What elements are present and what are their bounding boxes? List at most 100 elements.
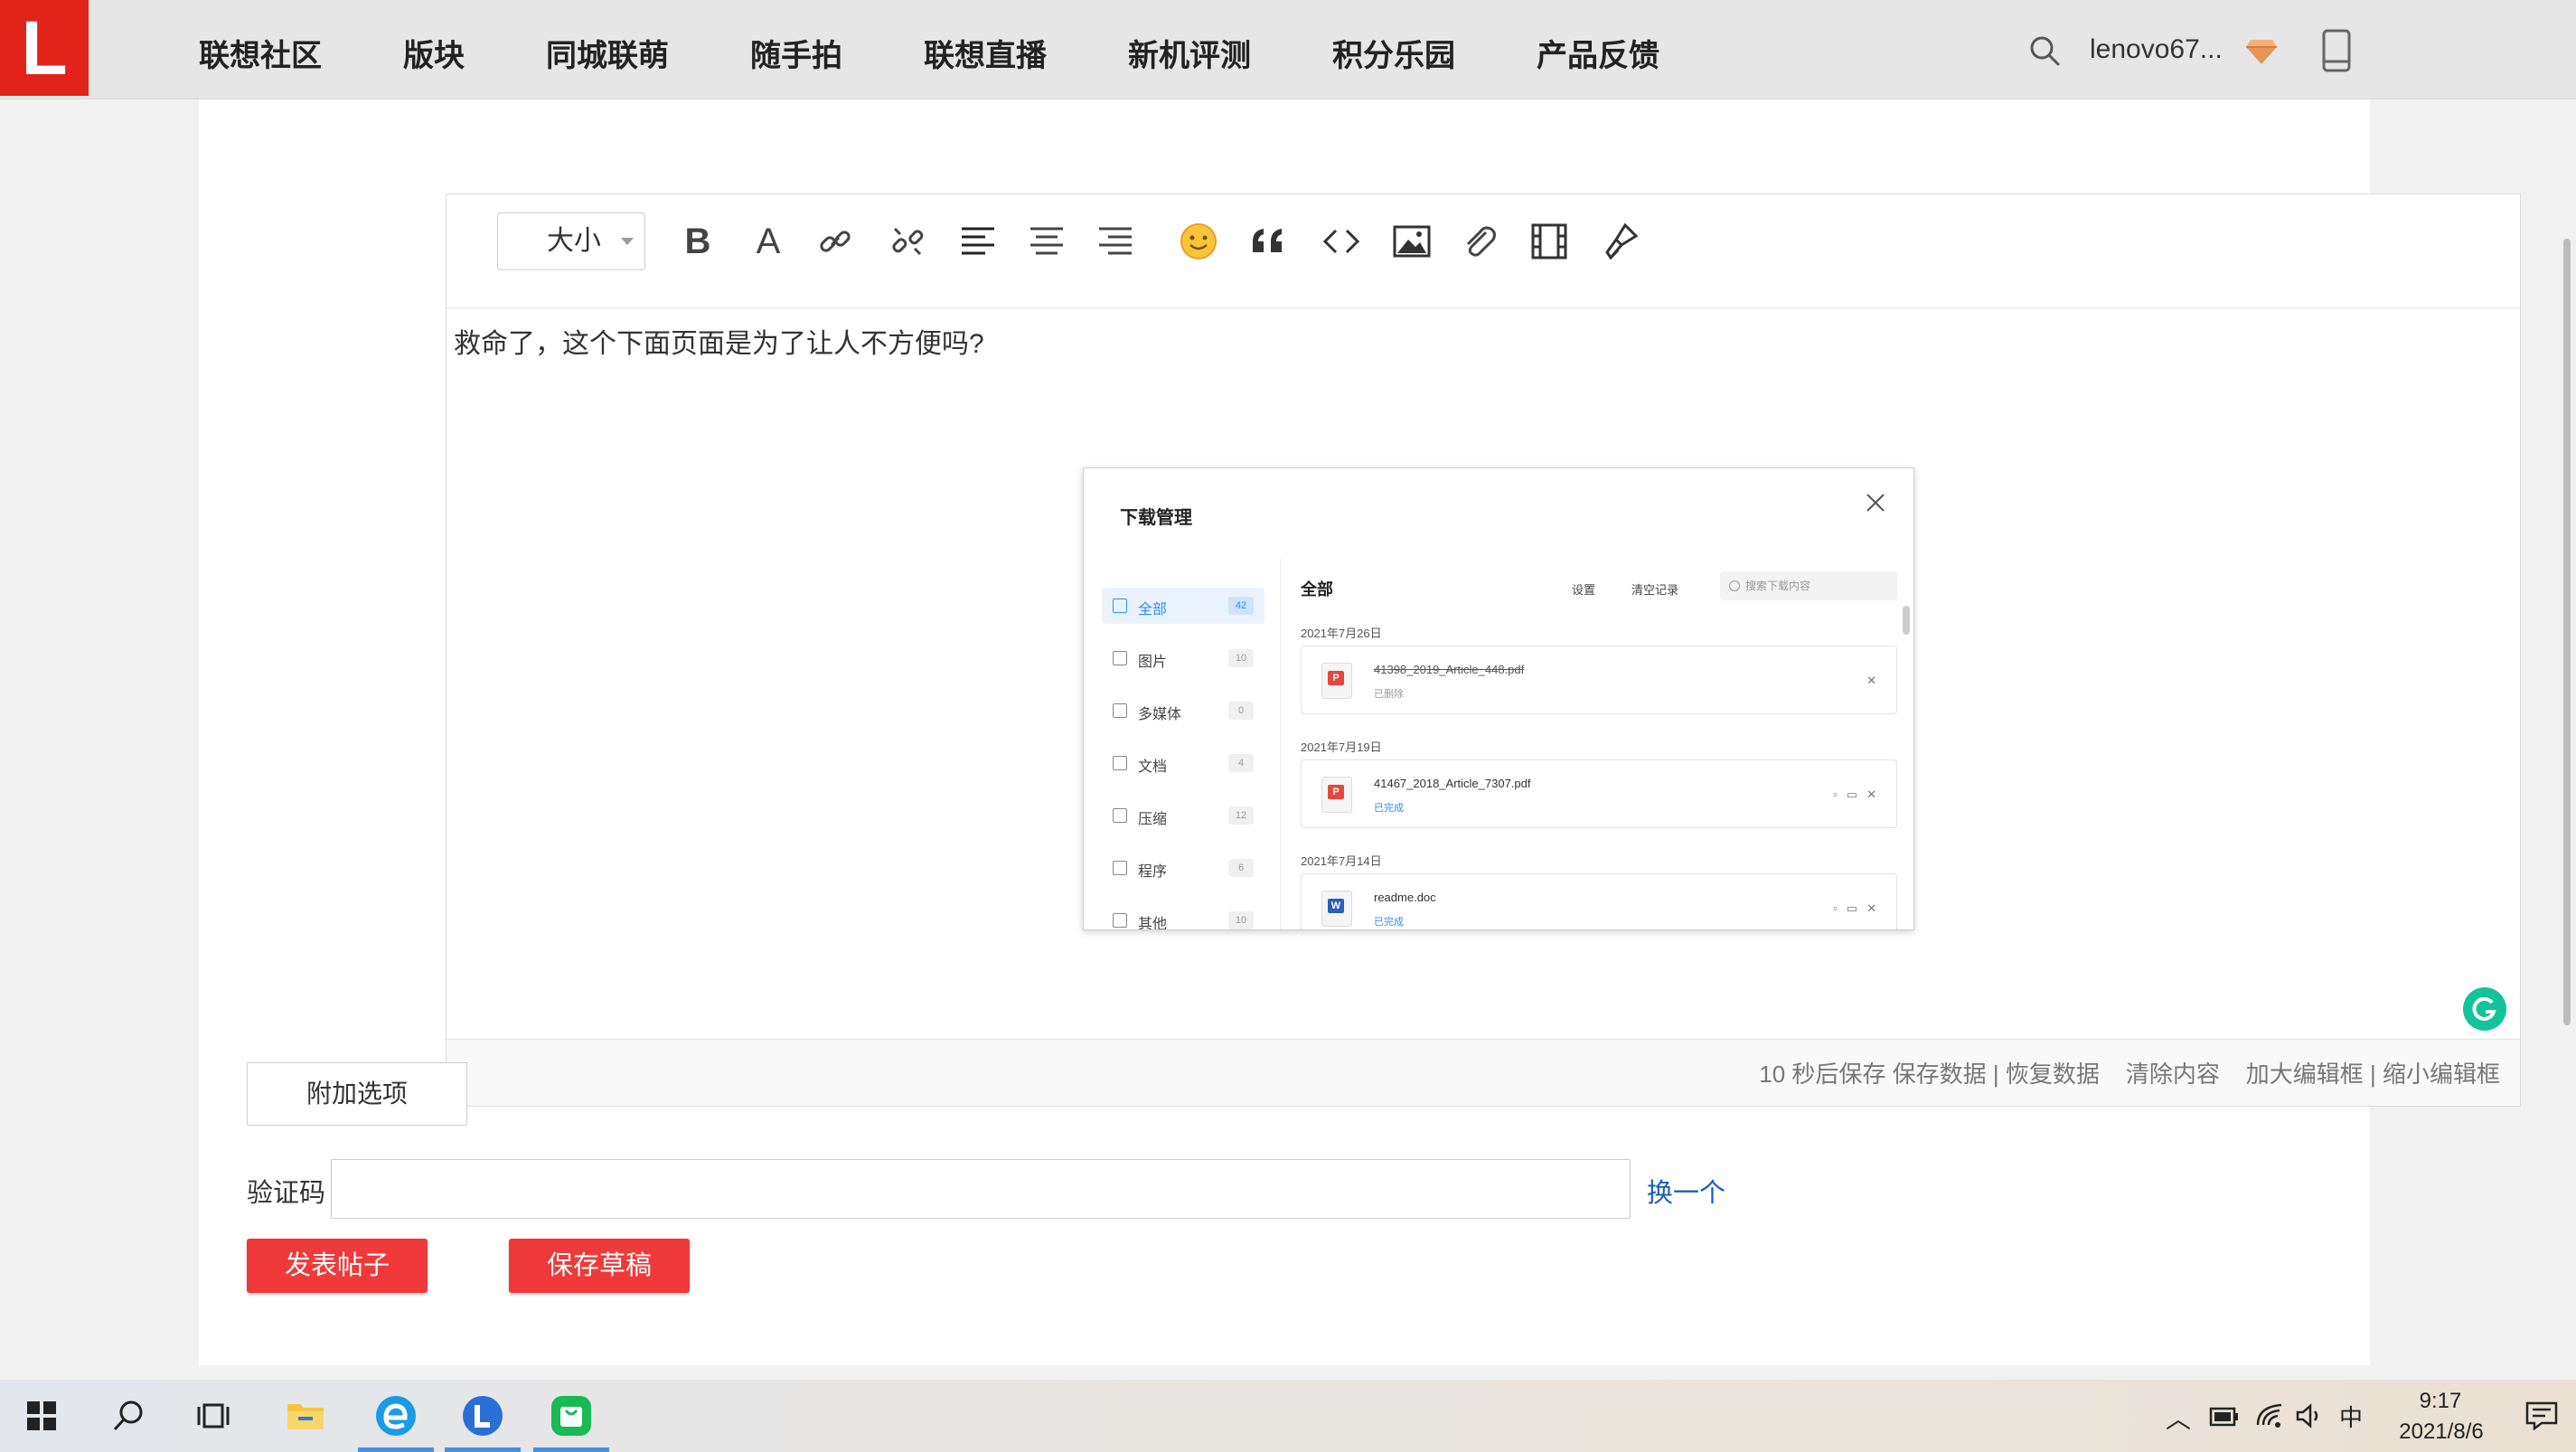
clear-content-link[interactable]: 清除内容 <box>2126 1061 2220 1088</box>
chevron-up-icon[interactable]: ︿ <box>2166 1400 2191 1436</box>
close-icon <box>1866 494 1885 512</box>
align-left-icon[interactable] <box>953 214 1003 269</box>
align-right-icon[interactable] <box>1090 214 1141 269</box>
wechat-store-icon[interactable] <box>530 1380 613 1452</box>
search-icon[interactable] <box>2028 34 2061 67</box>
lenovo-community-logo[interactable]: L <box>0 0 89 96</box>
file-explorer-icon[interactable] <box>264 1380 347 1452</box>
pdf-file-icon: P <box>1321 777 1352 813</box>
grammarly-icon[interactable] <box>2462 986 2507 1032</box>
download-item: W readme.doc 已完成 ▫▭✕ <box>1301 873 1897 929</box>
font-color-icon[interactable]: A <box>743 214 794 269</box>
unlink-icon[interactable] <box>882 214 933 269</box>
restore-data-link[interactable]: 恢复数据 <box>2006 1061 2100 1088</box>
shrink-editor-link[interactable]: 缩小编辑框 <box>2383 1061 2500 1088</box>
category-all: 全部 42 <box>1102 588 1264 624</box>
footer-separator: | <box>1992 1061 1999 1088</box>
publish-post-button[interactable]: 发表帖子 <box>247 1239 428 1293</box>
volume-icon[interactable] <box>2296 1403 2325 1428</box>
remove-icon: ✕ <box>1866 674 1885 687</box>
bold-icon[interactable]: B <box>672 214 723 269</box>
captcha-refresh-link[interactable]: 换一个 <box>1647 1172 1725 1210</box>
download-file-name: readme.doc <box>1374 891 1436 904</box>
save-draft-button[interactable]: 保存草稿 <box>509 1239 690 1293</box>
nav-item-feedback[interactable]: 产品反馈 <box>1537 31 1659 75</box>
media-file-icon <box>1113 703 1127 718</box>
download-file-name: 41467_2018_Article_7307.pdf <box>1374 777 1531 790</box>
ime-indicator[interactable]: 中 <box>2339 1400 2363 1433</box>
battery-icon[interactable] <box>2209 1401 2240 1428</box>
code-icon[interactable] <box>1316 214 1367 269</box>
mobile-phone-icon[interactable] <box>2321 29 2352 72</box>
extra-options-button[interactable]: 附加选项 <box>247 1062 467 1126</box>
clear-format-icon[interactable] <box>1596 214 1647 269</box>
top-nav-bar: L 联想社区 版块 同城联萌 随手拍 联想直播 新机评测 积分乐园 产品反馈 l… <box>0 0 2576 99</box>
download-item: P 41467_2018_Article_7307.pdf 已完成 ▫▭✕ <box>1301 759 1897 828</box>
footer-separator: | <box>2369 1061 2376 1088</box>
captcha-input[interactable] <box>331 1159 1631 1219</box>
clock-time[interactable]: 9:17 <box>2397 1389 2484 1414</box>
windows-start-icon[interactable] <box>0 1380 83 1452</box>
nav-item-local[interactable]: 同城联萌 <box>546 31 669 75</box>
image-icon[interactable] <box>1387 214 1437 269</box>
download-status: 已删除 <box>1374 689 1404 700</box>
nav-item-reviews[interactable]: 新机评测 <box>1128 31 1251 75</box>
category-count: 4 <box>1228 754 1254 772</box>
username-label[interactable]: lenovo67... <box>2090 34 2223 65</box>
font-size-select[interactable]: 大小 <box>497 212 645 270</box>
file-actions-icons: ▫▭✕ <box>1833 901 1885 915</box>
wifi-icon[interactable] <box>2256 1403 2285 1428</box>
nav-item-snapshot[interactable]: 随手拍 <box>750 31 842 75</box>
download-item: P 41398_2019_Article_448.pdf 已删除 ✕ <box>1301 646 1897 714</box>
download-file-name: 41398_2019_Article_448.pdf <box>1374 663 1525 676</box>
nav-item-live[interactable]: 联想直播 <box>924 31 1047 75</box>
editor-footer: 10 秒后保存 保存数据 | 恢复数据 清除内容 加大编辑框 | 缩小编辑框 <box>447 1039 2520 1106</box>
other-file-icon <box>1113 913 1127 928</box>
page-scrollbar[interactable] <box>2563 239 2571 1025</box>
file-actions-icons: ▫▭✕ <box>1833 787 1885 801</box>
taskbar-search-icon[interactable] <box>87 1380 170 1452</box>
category-media: 多媒体 0 <box>1102 693 1264 729</box>
program-file-icon <box>1113 861 1127 875</box>
image-file-icon <box>1113 651 1127 665</box>
category-documents: 文档 4 <box>1102 745 1264 781</box>
category-count: 10 <box>1228 649 1254 667</box>
emoji-icon[interactable] <box>1173 214 1224 269</box>
lenovo-app-icon[interactable] <box>441 1380 524 1452</box>
save-data-link[interactable]: 保存数据 <box>1893 1061 1987 1088</box>
gem-icon <box>2246 40 2277 64</box>
document-file-icon <box>1113 756 1127 770</box>
folder-icon <box>1113 599 1127 613</box>
category-archives: 压缩 12 <box>1102 797 1264 834</box>
link-icon[interactable] <box>810 214 860 269</box>
quote-icon[interactable] <box>1244 214 1294 269</box>
attachment-icon[interactable] <box>1453 214 1504 269</box>
nav-item-points[interactable]: 积分乐园 <box>1332 31 1455 75</box>
category-images: 图片 10 <box>1102 640 1264 676</box>
category-label: 全部 <box>1138 602 1168 618</box>
category-other: 其他 10 <box>1102 902 1264 930</box>
nav-item-boards[interactable]: 版块 <box>403 31 465 75</box>
browser-e-icon[interactable] <box>354 1380 437 1452</box>
post-body-text[interactable]: 救命了，这个下面页面是为了让人不方便吗? <box>454 321 984 361</box>
category-label: 文档 <box>1138 759 1168 775</box>
category-label: 其他 <box>1138 917 1168 930</box>
category-label: 程序 <box>1138 864 1168 880</box>
category-count: 12 <box>1228 806 1254 825</box>
enlarge-editor-link[interactable]: 加大编辑框 <box>2246 1061 2364 1088</box>
rich-text-editor: 大小 B A 救命了，这个下面页面是为了让人不方便吗? 下载管理 全部 42 图… <box>446 193 2521 1107</box>
align-center-icon[interactable] <box>1021 214 1072 269</box>
archive-file-icon <box>1113 808 1127 823</box>
word-file-icon: W <box>1321 891 1352 927</box>
notification-center-icon[interactable] <box>2525 1401 2558 1430</box>
download-manager-title: 下载管理 <box>1120 508 1192 528</box>
font-size-select-label: 大小 <box>547 226 601 256</box>
autosave-countdown: 10 秒后保存 <box>1759 1061 1886 1088</box>
editor-toolbar: 大小 B A <box>447 194 2520 308</box>
task-view-icon[interactable] <box>174 1380 257 1452</box>
download-list-scrollbar <box>1903 606 1910 635</box>
nav-item-community[interactable]: 联想社区 <box>199 31 322 75</box>
video-icon[interactable] <box>1524 214 1575 269</box>
clock-date[interactable]: 2021/8/6 <box>2383 1419 2500 1445</box>
category-label: 多媒体 <box>1138 707 1182 722</box>
